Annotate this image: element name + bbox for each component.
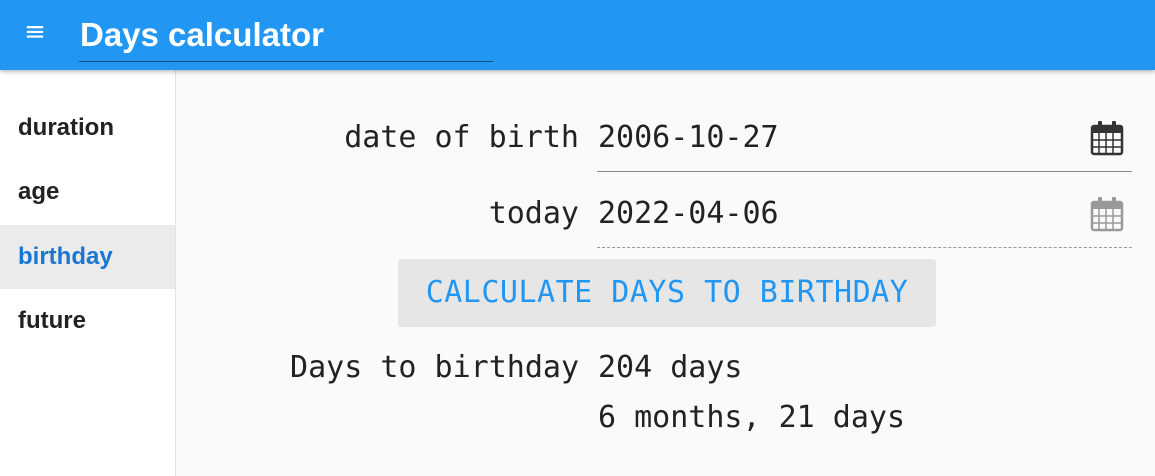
- sidebar-item-age[interactable]: age: [0, 160, 175, 224]
- main-content: date of birth 2006-10-27 today 2022-04-0…: [176, 70, 1155, 476]
- calculate-button[interactable]: CALCULATE DAYS TO BIRTHDAY: [398, 259, 936, 327]
- sidebar-item-duration[interactable]: duration: [0, 96, 175, 160]
- page-title: Days calculator: [80, 16, 324, 53]
- today-field[interactable]: 2022-04-06: [597, 190, 1132, 248]
- date-of-birth-field[interactable]: 2006-10-27: [597, 114, 1132, 172]
- sidebar-item-future[interactable]: future: [0, 289, 175, 353]
- calendar-icon[interactable]: [1090, 120, 1124, 156]
- today-label: today: [488, 196, 579, 231]
- sidebar: duration age birthday future: [0, 70, 176, 476]
- sidebar-item-birthday[interactable]: birthday: [0, 225, 175, 289]
- hamburger-menu-icon[interactable]: ≡: [22, 18, 48, 46]
- title-field[interactable]: Days calculator: [79, 10, 493, 62]
- calendar-icon[interactable]: [1090, 196, 1124, 232]
- date-of-birth-value[interactable]: 2006-10-27: [598, 120, 779, 155]
- result-days: 204 days: [598, 350, 743, 385]
- today-value[interactable]: 2022-04-06: [598, 196, 779, 231]
- result-label: Days to birthday: [290, 350, 579, 385]
- app-bar: ≡ Days calculator: [0, 0, 1155, 70]
- result-detail: 6 months, 21 days: [598, 400, 906, 435]
- date-of-birth-label: date of birth: [344, 120, 579, 155]
